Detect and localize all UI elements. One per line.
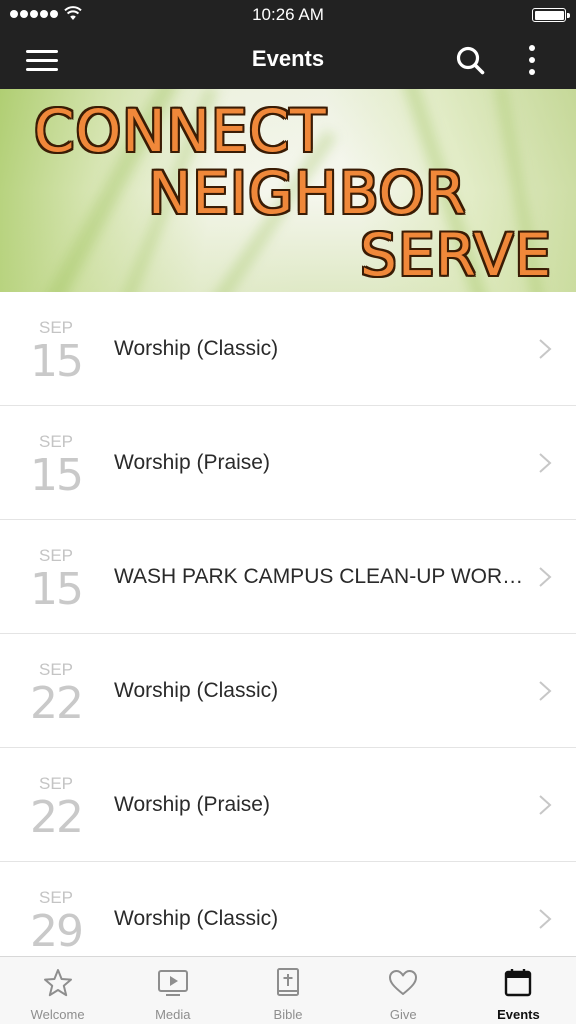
event-day: 15 [30,450,84,501]
banner-text-neighbor: NEIGHBOR [148,159,467,227]
bible-icon [277,968,299,996]
tab-label: Events [497,1007,540,1022]
tab-label: Give [389,1007,417,1022]
event-day: 29 [30,906,84,956]
chevron-right-icon [539,567,552,587]
tab-label: Media [155,1007,191,1022]
event-row[interactable]: SEP 15 Worship (Praise) [0,406,576,520]
event-day: 15 [30,336,84,387]
nav-bar: Events [0,30,576,89]
event-title: Worship (Classic) [114,679,279,702]
event-day: 15 [30,564,84,615]
tab-label: Bible [273,1007,303,1022]
event-month: SEP [38,888,74,907]
event-row[interactable]: SEP 22 Worship (Praise) [0,748,576,862]
tab-bible[interactable]: Bible [230,957,345,1024]
event-month: SEP [38,660,74,679]
tab-label: Welcome [30,1007,85,1022]
event-title: Worship (Classic) [114,907,279,930]
chevron-right-icon [539,453,552,473]
tab-events[interactable]: Events [461,957,576,1024]
chevron-right-icon [539,795,552,815]
tab-give[interactable]: Give [346,957,461,1024]
status-time: 10:26 AM [252,5,324,24]
heart-icon [389,970,418,995]
chevron-right-icon [539,681,552,701]
event-month: SEP [38,774,74,793]
event-month: SEP [38,432,74,451]
calendar-icon [505,969,532,997]
hamburger-menu-icon[interactable] [26,47,60,73]
status-bar: 10:26 AM [0,0,576,30]
play-icon [157,970,188,996]
tab-welcome[interactable]: Welcome [0,957,115,1024]
event-title: Worship (Praise) [114,793,270,816]
event-title: WASH PARK CAMPUS CLEAN-UP WORK DAY [114,565,524,588]
event-list: SEP 15 Worship (Classic) SEP 15 Worship … [0,292,576,956]
event-day: 22 [30,792,84,843]
event-row[interactable]: SEP 29 Worship (Classic) [0,862,576,956]
battery-icon [532,8,570,22]
event-row[interactable]: SEP 15 WASH PARK CAMPUS CLEAN-UP WORK DA… [0,520,576,634]
banner-text-serve: SERVE [360,221,552,289]
star-icon [43,969,72,997]
more-options-icon[interactable] [520,42,544,78]
chevron-right-icon [539,909,552,929]
event-title: Worship (Classic) [114,337,279,360]
banner-text-connect: CONNECT [34,97,327,165]
search-icon[interactable] [454,44,486,76]
event-day: 22 [30,678,84,729]
event-title: Worship (Praise) [114,451,270,474]
event-row[interactable]: SEP 22 Worship (Classic) [0,634,576,748]
event-month: SEP [38,318,74,337]
chevron-right-icon [539,339,552,359]
page-title: Events [251,46,325,71]
tab-bar: Welcome Media Bible Give Events [0,956,576,1024]
banner-image: CONNECT NEIGHBOR SERVE [0,89,576,292]
event-row[interactable]: SEP 15 Worship (Classic) [0,292,576,406]
event-month: SEP [38,546,74,565]
tab-media[interactable]: Media [115,957,230,1024]
